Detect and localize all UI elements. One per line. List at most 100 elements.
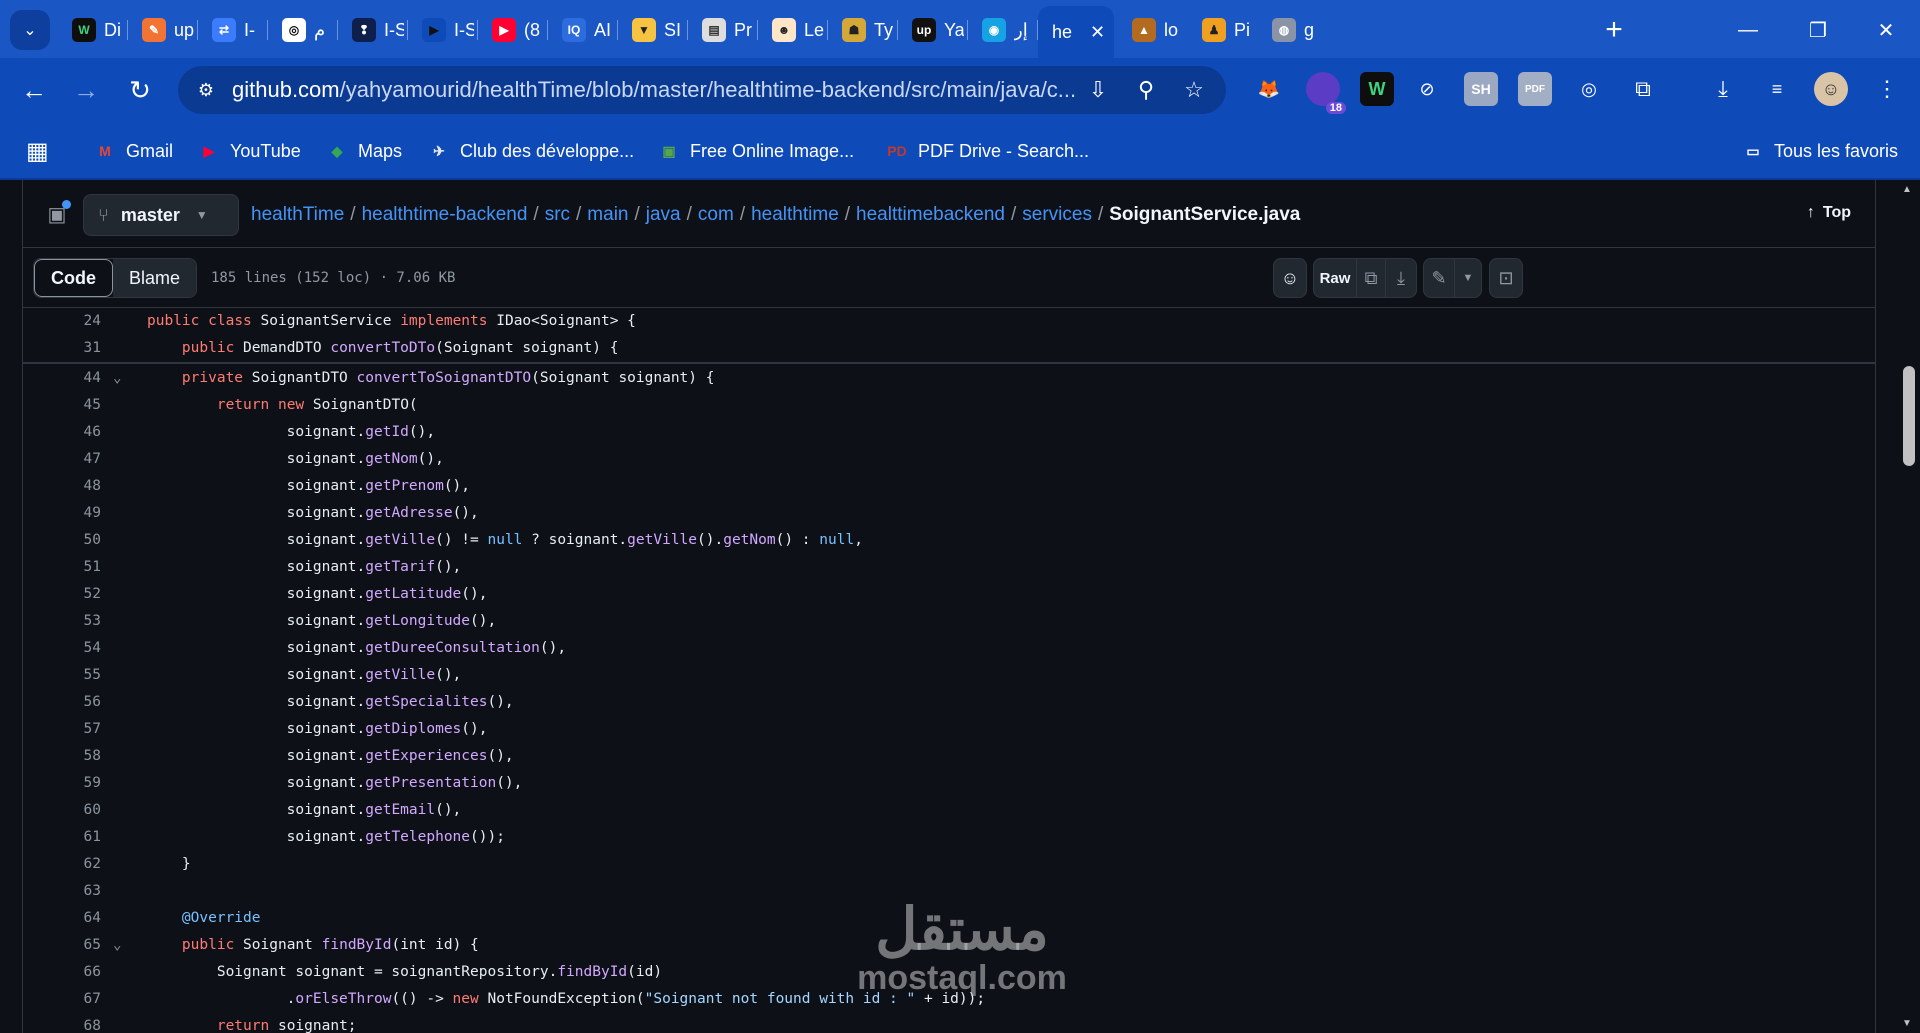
sh-extension-icon[interactable]: SH [1464,72,1498,106]
scrollbar-thumb[interactable] [1903,366,1915,466]
tab-4[interactable]: ❢ I-S [338,10,408,50]
tab-10[interactable]: ☻ Le [758,10,828,50]
site-info-icon[interactable]: ⚙ [184,68,228,112]
address-bar[interactable]: ⚙ github.com/yahyamourid/healthTime/blob… [178,66,1226,114]
breadcrumb-link[interactable]: healthtime [751,204,839,225]
line-number[interactable]: 54 [23,635,101,662]
breadcrumb-link[interactable]: main [587,204,628,225]
bookmark-1[interactable]: ▶ YouTube [198,136,301,166]
line-number[interactable]: 51 [23,554,101,581]
pdf-extension-icon[interactable]: PDF [1518,72,1552,106]
url-text[interactable]: github.com/yahyamourid/healthTime/blob/m… [232,77,1076,103]
line-number[interactable]: 57 [23,716,101,743]
fold-chevron-icon[interactable]: ⌄ [113,365,121,392]
copilot-icon[interactable]: ☺ [1273,258,1307,298]
page-scrollbar[interactable]: ▲ ▼ [1898,180,1920,1033]
tab-11[interactable]: ☗ Ty [828,10,898,50]
metamask-extension-icon[interactable]: 🦊 [1252,72,1286,106]
tab-code[interactable]: Code [34,259,113,297]
extension-badge-icon[interactable]: 18 [1306,72,1346,114]
close-tab-icon[interactable]: ✕ [1090,22,1105,43]
line-number[interactable]: 63 [23,878,101,905]
line-number[interactable]: 52 [23,581,101,608]
more-menu-icon[interactable]: ⋮ [1870,72,1904,106]
close-window-button[interactable]: ✕ [1858,10,1914,50]
side-panel-toggle-icon[interactable]: ▣ [41,198,73,230]
tab-2[interactable]: ⇄ I- [198,10,268,50]
bookmark-2[interactable]: ◆ Maps [326,136,402,166]
tab-7[interactable]: IQ AI [548,10,618,50]
breadcrumb-link[interactable]: services [1022,204,1092,225]
breadcrumb-link[interactable]: healttimebackend [856,204,1005,225]
bookmark-3[interactable]: ✈ Club des développe... [428,136,634,166]
breadcrumb-link[interactable]: healthtime-backend [362,204,528,225]
tab-13[interactable]: ◉ إر [968,10,1038,50]
bookmark-0[interactable]: M Gmail [94,136,173,166]
tab-3[interactable]: ◎ م [268,10,338,50]
line-number[interactable]: 47 [23,446,101,473]
line-number[interactable]: 24 [23,308,101,335]
tab-after-0[interactable]: ▲ lo [1118,10,1188,50]
line-number[interactable]: 59 [23,770,101,797]
breadcrumb-link[interactable]: src [545,204,570,225]
edit-dropdown-icon[interactable]: ▼ [1454,258,1482,298]
raw-button[interactable]: Raw [1313,258,1357,298]
line-number[interactable]: 50 [23,527,101,554]
line-number[interactable]: 68 [23,1013,101,1033]
tab-9[interactable]: ▤ Pr [688,10,758,50]
tab-active-healthtime[interactable]: he ✕ [1038,6,1114,58]
tab-after-2[interactable]: ◍ g [1258,10,1328,50]
edit-pencil-icon[interactable]: ✎ [1423,258,1455,298]
line-number[interactable]: 48 [23,473,101,500]
line-number[interactable]: 55 [23,662,101,689]
tab-12[interactable]: up Ya [898,10,968,50]
line-number[interactable]: 65 [23,932,101,959]
reload-button[interactable]: ↻ [120,70,160,110]
tab-8[interactable]: ▼ SI [618,10,688,50]
minimize-button[interactable]: — [1720,10,1776,50]
tab-5[interactable]: ▶ I-S [408,10,478,50]
line-number[interactable]: 66 [23,959,101,986]
breadcrumb-link[interactable]: healthTime [251,204,344,225]
branch-selector-button[interactable]: ⑂ master ▼ [83,194,239,236]
line-number[interactable]: 31 [23,335,101,362]
zoom-icon[interactable]: ⚲ [1130,74,1162,106]
fold-chevron-icon[interactable]: ⌄ [113,932,121,959]
link-extension-icon[interactable]: ⊘ [1410,72,1444,106]
scroll-down-arrow-icon[interactable]: ▼ [1902,1018,1912,1029]
tab-1[interactable]: ✎ up [128,10,198,50]
back-button[interactable]: ← [14,70,54,110]
line-number[interactable]: 56 [23,689,101,716]
install-app-icon[interactable]: ⇩ [1082,74,1114,106]
scroll-up-arrow-icon[interactable]: ▲ [1902,184,1912,195]
tab-search-button[interactable]: ⌄ [10,10,50,50]
copy-raw-icon[interactable]: ⧉ [1356,258,1386,298]
download-raw-icon[interactable]: ⤓ [1385,258,1417,298]
apps-grid-icon[interactable]: ▦ [26,136,49,166]
wappalyzer-extension-icon[interactable]: W [1360,72,1394,106]
line-number[interactable]: 44 [23,365,101,392]
line-number[interactable]: 60 [23,797,101,824]
tab-after-1[interactable]: ♟ Pi [1188,10,1258,50]
tab-6[interactable]: ▶ (8 [478,10,548,50]
bookmark-star-icon[interactable]: ☆ [1178,74,1210,106]
line-number[interactable]: 64 [23,905,101,932]
new-tab-button[interactable]: + [1586,10,1642,50]
line-number[interactable]: 46 [23,419,101,446]
forward-button[interactable]: → [66,70,106,110]
line-number[interactable]: 67 [23,986,101,1013]
bookmark-4[interactable]: ▣ Free Online Image... [658,136,854,166]
media-control-icon[interactable]: ≡ [1760,72,1794,106]
top-link[interactable]: ↑ Top [1807,204,1851,222]
tab-0[interactable]: W Di [58,10,128,50]
line-number[interactable]: 49 [23,500,101,527]
line-number[interactable]: 58 [23,743,101,770]
target-extension-icon[interactable]: ◎ [1572,72,1606,106]
line-number[interactable]: 45 [23,392,101,419]
extensions-puzzle-icon[interactable]: ⧉ [1626,72,1660,106]
all-bookmarks-folder[interactable]: ▭ Tous les favoris [1742,136,1898,166]
breadcrumb-link[interactable]: java [646,204,681,225]
line-number[interactable]: 62 [23,851,101,878]
line-number[interactable]: 61 [23,824,101,851]
breadcrumb-link[interactable]: com [698,204,734,225]
